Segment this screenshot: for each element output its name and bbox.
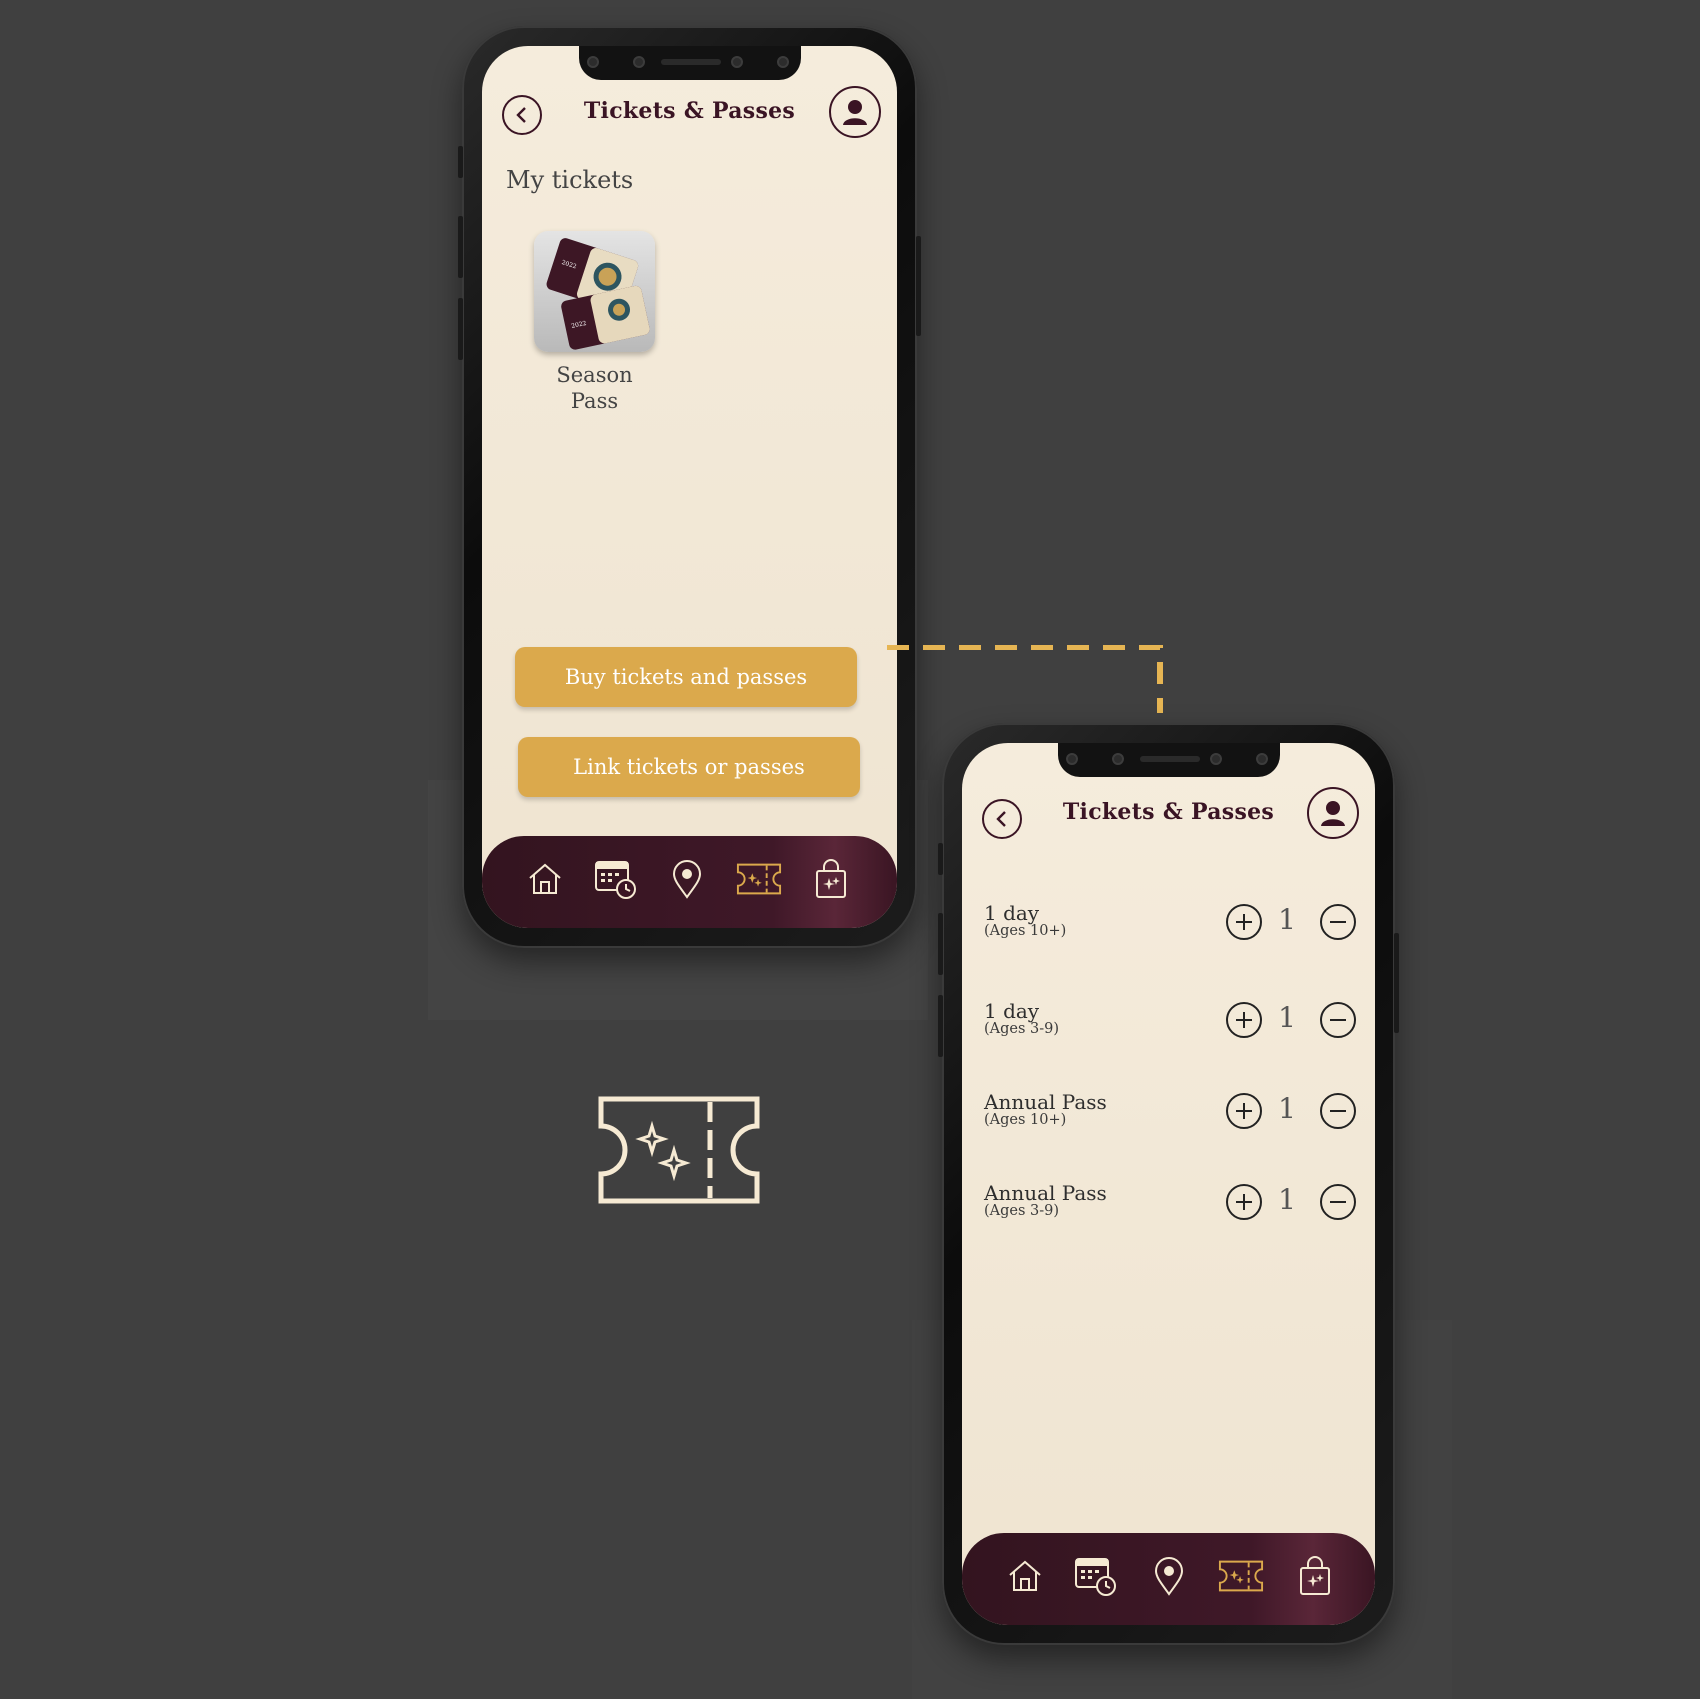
quantity-value: 1 xyxy=(1278,1001,1296,1034)
ticket-row: Annual Pass (Ages 3-9) 1 xyxy=(962,1181,1375,1241)
ticket-age: (Ages 10+) xyxy=(984,1112,1067,1128)
tab-map[interactable] xyxy=(664,856,710,902)
ticket-icon xyxy=(598,1096,760,1204)
profile-button[interactable] xyxy=(829,86,881,138)
tab-home[interactable] xyxy=(1002,1553,1048,1599)
minus-icon xyxy=(1330,921,1346,923)
shopping-bag-icon xyxy=(816,859,846,898)
calendar-clock-icon xyxy=(595,861,636,899)
tab-schedule[interactable] xyxy=(592,856,638,902)
ticket-row: 1 day (Ages 10+) 1 xyxy=(962,901,1375,961)
plus-icon xyxy=(1236,1194,1252,1210)
section-title: My tickets xyxy=(506,166,634,194)
tab-tickets[interactable] xyxy=(1218,1553,1264,1599)
decrement-button[interactable] xyxy=(1320,904,1356,940)
increment-button[interactable] xyxy=(1226,904,1262,940)
plus-icon xyxy=(1236,914,1252,930)
location-pin-icon xyxy=(1154,1557,1184,1596)
app-screen-my-tickets: Tickets & Passes My tickets 2022 2022 Se… xyxy=(482,46,897,928)
bottom-tab-bar xyxy=(482,836,897,928)
top-bar: Tickets & Passes xyxy=(962,779,1375,839)
ticket-icon xyxy=(1218,1560,1264,1592)
phone-mockup-2: Tickets & Passes 1 day (Ages 10+) 1 1 da… xyxy=(938,723,1399,1645)
ticket-name: Annual Pass xyxy=(984,1181,1107,1205)
quantity-value: 1 xyxy=(1278,903,1296,936)
minus-icon xyxy=(1330,1110,1346,1112)
profile-button[interactable] xyxy=(1307,787,1359,839)
phone-mockup-1: Tickets & Passes My tickets 2022 2022 Se… xyxy=(458,26,921,948)
ticket-age: (Ages 3-9) xyxy=(984,1203,1060,1219)
user-icon xyxy=(843,100,867,125)
app-screen-buy-tickets: Tickets & Passes 1 day (Ages 10+) 1 1 da… xyxy=(962,743,1375,1625)
quantity-value: 1 xyxy=(1278,1183,1296,1216)
top-bar: Tickets & Passes xyxy=(482,82,897,142)
tab-tickets[interactable] xyxy=(736,856,782,902)
season-pass-tile[interactable]: 2022 2022 xyxy=(534,231,655,352)
shopping-bag-icon xyxy=(1300,1556,1330,1595)
tab-shop[interactable] xyxy=(808,856,854,902)
tab-shop[interactable] xyxy=(1292,1553,1338,1599)
quantity-value: 1 xyxy=(1278,1092,1296,1125)
plus-icon xyxy=(1236,1012,1252,1028)
link-tickets-button[interactable]: Link tickets or passes xyxy=(518,737,860,797)
ticket-row: 1 day (Ages 3-9) 1 xyxy=(962,999,1375,1059)
minus-icon xyxy=(1330,1201,1346,1203)
flow-connector-arrow xyxy=(887,645,1163,713)
season-pass-image: 2022 2022 xyxy=(546,238,650,350)
phone-notch xyxy=(1057,743,1280,777)
calendar-clock-icon xyxy=(1075,1558,1116,1596)
increment-button[interactable] xyxy=(1226,1184,1262,1220)
decrement-button[interactable] xyxy=(1320,1002,1356,1038)
ticket-name: Annual Pass xyxy=(984,1090,1107,1114)
buy-tickets-button[interactable]: Buy tickets and passes xyxy=(515,647,857,707)
decrement-button[interactable] xyxy=(1320,1093,1356,1129)
tab-map[interactable] xyxy=(1146,1553,1192,1599)
home-icon xyxy=(529,863,561,894)
user-icon xyxy=(1321,801,1345,826)
ticket-name: 1 day xyxy=(984,999,1040,1023)
ticket-row: Annual Pass (Ages 10+) 1 xyxy=(962,1090,1375,1150)
tab-home[interactable] xyxy=(522,856,568,902)
decrement-button[interactable] xyxy=(1320,1184,1356,1220)
season-pass-label: Season Pass xyxy=(534,362,655,414)
tab-schedule[interactable] xyxy=(1072,1553,1118,1599)
tile-label-line2: Pass xyxy=(570,389,619,413)
home-icon xyxy=(1009,1560,1041,1591)
tile-label-line1: Season xyxy=(556,363,633,387)
increment-button[interactable] xyxy=(1226,1002,1262,1038)
ticket-age: (Ages 10+) xyxy=(984,923,1067,939)
ticket-icon xyxy=(736,863,782,895)
ticket-name: 1 day xyxy=(984,901,1040,925)
minus-icon xyxy=(1330,1019,1346,1021)
ticket-age: (Ages 3-9) xyxy=(984,1021,1060,1037)
plus-icon xyxy=(1236,1103,1252,1119)
bottom-tab-bar xyxy=(962,1533,1375,1625)
phone-notch xyxy=(578,46,801,80)
location-pin-icon xyxy=(672,860,702,899)
increment-button[interactable] xyxy=(1226,1093,1262,1129)
